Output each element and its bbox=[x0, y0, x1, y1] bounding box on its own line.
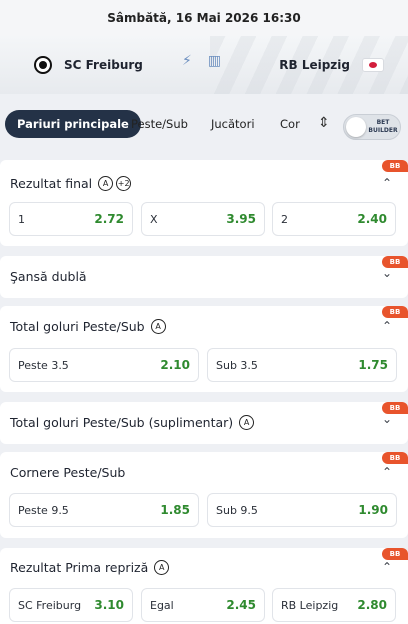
date-bar: Sâmbătă, 16 Mai 2026 16:30 bbox=[0, 0, 408, 36]
bet-builder-badge: BB bbox=[382, 160, 408, 172]
bet-builder-label: BET BUILDER bbox=[368, 119, 398, 134]
odds-button[interactable]: Peste 3.5 2.10 bbox=[9, 348, 199, 382]
match-datetime: Sâmbătă, 16 Mai 2026 16:30 bbox=[107, 11, 301, 25]
odds-button[interactable]: Egal 2.45 bbox=[141, 588, 265, 622]
away-team-name: RB Leipzig bbox=[279, 58, 350, 72]
odds-button[interactable]: X 3.95 bbox=[141, 202, 265, 236]
outcome-odds: 1.90 bbox=[358, 503, 388, 517]
odds-button[interactable]: 2 2.40 bbox=[272, 202, 396, 236]
outcome-odds: 3.95 bbox=[226, 212, 256, 226]
odds-button[interactable]: Sub 9.5 1.90 bbox=[207, 493, 397, 527]
match-header: SC Freiburg ⚡ ▥ RB Leipzig bbox=[0, 36, 408, 94]
outcome-odds: 2.10 bbox=[160, 358, 190, 372]
away-team[interactable]: RB Leipzig bbox=[279, 36, 384, 94]
odds-button[interactable]: SC Freiburg 3.10 bbox=[9, 588, 133, 622]
odds-button[interactable]: RB Leipzig 2.80 bbox=[272, 588, 396, 622]
market-title-text: Cornere Peste/Sub bbox=[10, 465, 126, 480]
outcome-label: 1 bbox=[18, 212, 25, 226]
market-card[interactable]: BB Şansă dublă ⌄ bbox=[0, 256, 408, 298]
outcome-label: X bbox=[150, 212, 158, 226]
outcome-label: Egal bbox=[150, 598, 174, 612]
market-title[interactable]: Rezultat Prima repriză A bbox=[10, 560, 170, 575]
market-title[interactable]: Total goluri Peste/Sub A bbox=[10, 319, 166, 334]
outcome-label: Peste 9.5 bbox=[18, 503, 69, 517]
crest-leipzig-icon bbox=[362, 58, 384, 72]
market-card: BB Rezultat Prima repriză A ⌃ SC Freibur… bbox=[0, 548, 408, 624]
circle-a-icon[interactable]: A bbox=[239, 415, 255, 430]
tab-cor[interactable]: Cor bbox=[280, 110, 300, 138]
chevron-up-icon[interactable]: ⌃ bbox=[382, 560, 392, 574]
circle-a-icon[interactable]: A bbox=[98, 176, 114, 191]
bet-builder-badge: BB bbox=[382, 306, 408, 318]
outcome-odds: 2.40 bbox=[357, 212, 387, 226]
chevron-down-icon[interactable]: ⌄ bbox=[382, 266, 392, 280]
crest-freiburg-icon bbox=[34, 56, 52, 74]
market-card: BB Cornere Peste/Sub ⌃ Peste 9.5 1.85 Su… bbox=[0, 452, 408, 538]
circle-a-icon[interactable]: A bbox=[154, 560, 170, 575]
circle-a-icon[interactable]: A bbox=[150, 319, 166, 334]
market-card: BB Total goluri Peste/Sub A ⌃ Peste 3.5 … bbox=[0, 306, 408, 392]
bet-builder-badge: BB bbox=[382, 452, 408, 464]
outcome-odds: 2.80 bbox=[357, 598, 387, 612]
market-title-text: Total goluri Peste/Sub bbox=[10, 319, 145, 334]
market-title-text: Rezultat Prima repriză bbox=[10, 560, 149, 575]
chevron-up-icon[interactable]: ⌃ bbox=[382, 176, 392, 190]
plus-2-icon[interactable]: +2 bbox=[116, 176, 132, 191]
home-team[interactable]: SC Freiburg bbox=[34, 36, 143, 94]
outcome-odds: 2.45 bbox=[226, 598, 256, 612]
chevron-up-icon[interactable]: ⌃ bbox=[382, 319, 392, 333]
tab-pariuri-principale[interactable]: Pariuri principale bbox=[5, 110, 141, 138]
chevron-down-icon[interactable]: ⌄ bbox=[382, 412, 392, 426]
outcome-odds: 1.85 bbox=[160, 503, 190, 517]
odds-button[interactable]: Sub 3.5 1.75 bbox=[207, 348, 397, 382]
home-team-name: SC Freiburg bbox=[64, 58, 143, 72]
market-card[interactable]: BB Total goluri Peste/Sub (suplimentar) … bbox=[0, 402, 408, 444]
outcome-odds: 2.72 bbox=[94, 212, 124, 226]
tab-peste-sub[interactable]: Peste/Sub bbox=[131, 110, 188, 138]
outcome-label: 2 bbox=[281, 212, 288, 226]
outcome-label: RB Leipzig bbox=[281, 598, 339, 612]
expand-collapse-icon[interactable]: ⇕ bbox=[318, 115, 330, 131]
market-tabs: Pariuri principale Peste/Sub Jucători Co… bbox=[0, 104, 408, 142]
outcome-label: SC Freiburg bbox=[18, 598, 82, 612]
market-title-text: Şansă dublă bbox=[10, 269, 87, 284]
tab-jucatori[interactable]: Jucători bbox=[211, 110, 255, 138]
bet-builder-badge: BB bbox=[382, 548, 408, 560]
outcome-label: Peste 3.5 bbox=[18, 358, 69, 372]
market-title[interactable]: Rezultat final A +2 bbox=[10, 176, 132, 191]
market-title-text: Total goluri Peste/Sub (suplimentar) bbox=[10, 415, 234, 430]
chevron-up-icon[interactable]: ⌃ bbox=[382, 465, 392, 479]
lightning-icon[interactable]: ⚡ bbox=[182, 53, 192, 69]
outcome-odds: 1.75 bbox=[358, 358, 388, 372]
outcome-label: Sub 3.5 bbox=[216, 358, 258, 372]
bet-builder-toggle[interactable]: BET BUILDER bbox=[343, 114, 401, 140]
outcome-odds: 3.10 bbox=[94, 598, 124, 612]
stats-icon[interactable]: ▥ bbox=[208, 53, 221, 69]
odds-button[interactable]: 1 2.72 bbox=[9, 202, 133, 236]
market-title[interactable]: Şansă dublă bbox=[10, 269, 87, 284]
match-actions: ⚡ ▥ bbox=[182, 53, 221, 69]
market-title[interactable]: Total goluri Peste/Sub (suplimentar) A bbox=[10, 415, 255, 430]
market-title-text: Rezultat final bbox=[10, 176, 93, 191]
toggle-knob bbox=[346, 117, 366, 137]
market-card: BB Rezultat final A +2 ⌃ 1 2.72 X 3.95 2… bbox=[0, 160, 408, 246]
market-title[interactable]: Cornere Peste/Sub bbox=[10, 465, 125, 480]
odds-button[interactable]: Peste 9.5 1.85 bbox=[9, 493, 199, 527]
outcome-label: Sub 9.5 bbox=[216, 503, 258, 517]
